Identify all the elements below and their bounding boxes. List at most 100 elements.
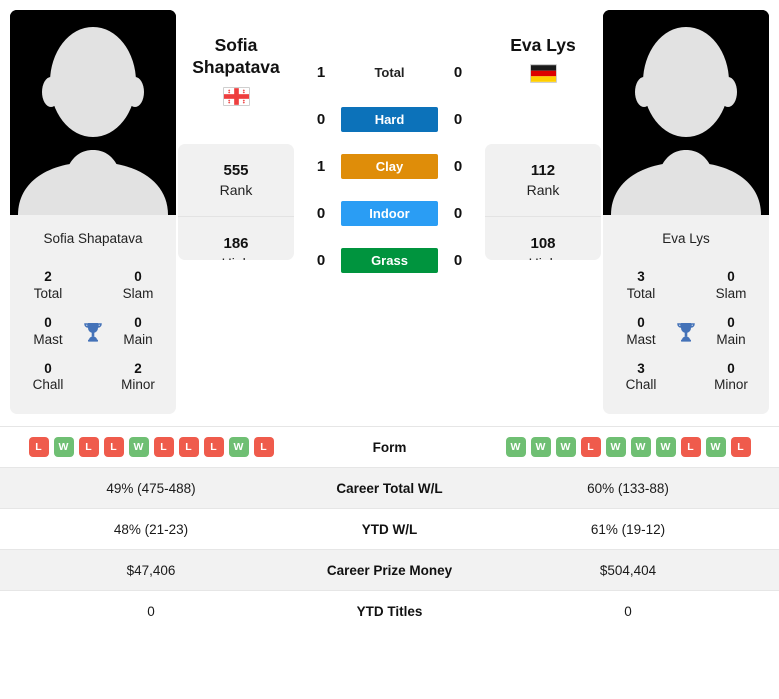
left-name-line2: Shapatava (192, 57, 280, 78)
row-label-ytd-titles: YTD Titles (356, 603, 423, 619)
right-form-badges: WWWLWWWLWL (481, 437, 775, 458)
left-main-titles: 0 Main (110, 315, 166, 349)
form-badge-win[interactable]: W (530, 437, 551, 458)
right-player-name: Eva Lys (485, 34, 601, 56)
right-ytd-titles-value: 0 (624, 603, 632, 619)
form-badge-win[interactable]: W (605, 437, 626, 458)
left-mast-titles: 0 Mast (20, 315, 76, 349)
table-row: L W L L W L L L W L Form W W W L W W W L W L (0, 426, 779, 467)
h2h-right-score-indoor: 0 (453, 205, 463, 222)
left-total-label: Total (33, 285, 63, 301)
form-badge-win[interactable]: W (53, 437, 74, 458)
right-minor-value: 0 (727, 360, 735, 376)
left-high-cell: 186 High (178, 217, 294, 260)
left-total-value: 2 (44, 269, 52, 284)
h2h-right-score-total: 0 (453, 64, 463, 81)
left-chall-label: Chall (32, 377, 64, 393)
form-badge-loss[interactable]: L (153, 437, 174, 458)
right-slam-label: Slam (715, 285, 747, 301)
right-high-value: 108 (530, 235, 556, 253)
right-rank-cell: 112 Rank (485, 144, 601, 217)
h2h-row-total: 1 Total 0 (296, 60, 483, 85)
right-chall-value: 3 (637, 360, 645, 376)
germany-flag-svg (530, 65, 556, 83)
h2h-surface-label-hard[interactable]: Hard (341, 107, 438, 132)
h2h-left-score-hard: 0 (316, 111, 326, 128)
right-rank-value: 112 (530, 162, 556, 180)
left-rank-card: 555 Rank 186 High 35 Age Plays (178, 144, 294, 260)
left-rank-cell: 555 Rank (178, 144, 294, 217)
left-rank-value: 555 (223, 162, 249, 180)
left-ytd-titles-value: 0 (147, 603, 155, 619)
right-rank-card: 112 Rank 108 High 22 Age Plays (485, 144, 601, 260)
comparison-table: L W L L W L L L W L Form W W W L W W W L W L 49% (475-488) Car… (0, 426, 779, 631)
form-badge-win[interactable]: W (630, 437, 651, 458)
right-main-value: 0 (727, 314, 735, 330)
form-badge-win[interactable]: W (555, 437, 576, 458)
left-tally-row-1: 2 Total 0 Slam (16, 263, 170, 309)
right-minor-label: Minor (714, 377, 748, 393)
left-main-value: 0 (134, 314, 142, 330)
form-badge-win[interactable]: W (505, 437, 526, 458)
right-mast-label: Mast (626, 331, 656, 347)
right-player-photo (603, 10, 769, 215)
form-badge-loss[interactable]: L (253, 437, 274, 458)
form-badge-loss[interactable]: L (28, 437, 49, 458)
left-titles-tally: 2 Total 0 Slam 0 Mast 0 Main 0 Chall 2 M… (10, 261, 176, 414)
left-high-value: 186 (223, 235, 249, 253)
h2h-row-clay: 1 Clay 0 (296, 154, 483, 179)
form-badge-loss[interactable]: L (680, 437, 701, 458)
trophy-icon (84, 322, 102, 342)
form-badge-loss[interactable]: L (103, 437, 124, 458)
h2h-row-hard: 0 Hard 0 (296, 107, 483, 132)
right-player-identity: Eva Lys (485, 10, 601, 126)
left-slam-label: Slam (122, 285, 154, 301)
form-badge-loss[interactable]: L (178, 437, 199, 458)
h2h-right-score-hard: 0 (453, 111, 463, 128)
h2h-surface-label-grass[interactable]: Grass (341, 248, 438, 273)
left-form-value: LWLLWLLLWL (0, 431, 302, 463)
georgia-flag-svg (223, 87, 249, 105)
left-player-name: Sofia Shapatava (178, 34, 294, 79)
table-row: 0 YTD Titles 0 (0, 590, 779, 631)
form-badge-win[interactable]: W (228, 437, 249, 458)
right-chall-titles: 3 Chall (613, 361, 669, 395)
right-slam-titles: 0 Slam (703, 269, 759, 303)
right-slam-value: 0 (727, 269, 735, 284)
form-badge-loss[interactable]: L (203, 437, 224, 458)
left-player-identity: Sofia Shapatava (178, 10, 294, 126)
left-player-photo-name: Sofia Shapatava (43, 230, 143, 246)
right-name-line1: Eva Lys (510, 35, 576, 55)
form-badge-loss[interactable]: L (580, 437, 601, 458)
row-label-ytd-w-l: YTD W/L (361, 521, 418, 537)
h2h-left-score-clay: 1 (316, 158, 326, 175)
form-badge-win[interactable]: W (655, 437, 676, 458)
form-badge-win[interactable]: W (128, 437, 149, 458)
form-badge-win[interactable]: W (705, 437, 726, 458)
h2h-surface-label-clay[interactable]: Clay (341, 154, 438, 179)
left-player-card[interactable]: Sofia Shapatava 2 Total 0 Slam 0 Mast 0 … (10, 10, 176, 415)
right-mast-value: 0 (637, 314, 645, 330)
left-ytd-w-l-value: 48% (21-23) (113, 521, 189, 537)
left-slam-value: 0 (134, 269, 142, 284)
right-tally-row-1: 3 Total 0 Slam (609, 263, 763, 309)
left-minor-titles: 2 Minor (110, 361, 166, 395)
form-badge-loss[interactable]: L (78, 437, 99, 458)
row-label-form: Form (372, 439, 407, 455)
right-total-label: Total (626, 285, 656, 301)
right-minor-titles: 0 Minor (703, 361, 759, 395)
left-chall-value: 0 (44, 360, 52, 376)
left-tally-row-3: 0 Chall 2 Minor (16, 355, 170, 401)
h2h-row-indoor: 0 Indoor 0 (296, 201, 483, 226)
top-section: Sofia Shapatava 2 Total 0 Slam 0 Mast 0 … (0, 0, 779, 415)
left-tally-row-2: 0 Mast 0 Main (16, 309, 170, 355)
right-total-value: 3 (637, 269, 645, 284)
left-name-line1: Sofia (214, 35, 258, 55)
right-player-card[interactable]: Eva Lys 3 Total 0 Slam 0 Mast 0 Main 3 C… (603, 10, 769, 415)
form-badge-loss[interactable]: L (730, 437, 751, 458)
h2h-surface-label-indoor[interactable]: Indoor (341, 201, 438, 226)
left-minor-label: Minor (121, 377, 155, 393)
left-chall-titles: 0 Chall (20, 361, 76, 395)
left-total-titles: 2 Total (20, 269, 76, 303)
left-form-badges: LWLLWLLLWL (4, 437, 298, 458)
